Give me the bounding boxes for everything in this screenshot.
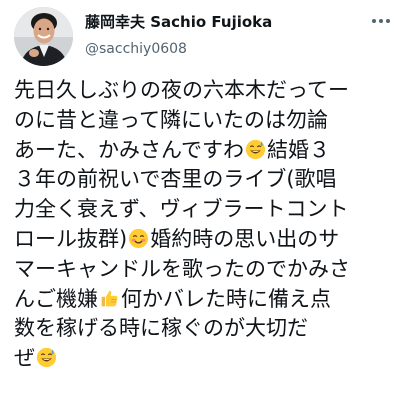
avatar[interactable]	[14, 7, 73, 66]
user-handle[interactable]: @sacchiy0608	[85, 39, 272, 59]
tweet-text-segment: あーた、かみさんですわ	[14, 137, 244, 162]
grinning-face-with-sweat-icon	[36, 347, 57, 368]
tweet-line: マーキャンドルを歌ったのでかみさ	[14, 256, 350, 281]
tweet-line: のに昔と違って隣にいたのは勿論	[14, 107, 328, 132]
tweet-line: ３年の前祝いで杏里のライブ(歌唱	[14, 167, 337, 192]
more-options-icon	[372, 19, 390, 23]
grinning-face-with-sweat-icon	[245, 139, 266, 160]
tweet-line: 先日久しぶりの夜の六本木だってー	[14, 78, 349, 102]
tweet-text: 先日久しぶりの夜の六本木だってー のに昔と違って隣にいたのは勿論 あーた、かみさ…	[14, 76, 392, 374]
tweet-card: 藤岡幸夫 Sachio Fujioka @sacchiy0608 先日久しぶりの…	[0, 0, 400, 410]
tweet-text-segment: ロール抜群)	[14, 226, 128, 251]
more-options-button[interactable]	[368, 8, 394, 34]
tweet-text-segment: 婚約時の思い出のサ	[150, 226, 340, 251]
smiling-face-with-smiling-eyes-icon	[128, 228, 149, 249]
display-name[interactable]: 藤岡幸夫 Sachio Fujioka	[85, 12, 272, 32]
tweet-text-segment: 何かバレた時に備え点	[121, 286, 331, 311]
tweet-text-segment: 結婚３	[266, 137, 330, 162]
user-info: 藤岡幸夫 Sachio Fujioka @sacchiy0608	[85, 12, 272, 59]
tweet-header: 藤岡幸夫 Sachio Fujioka @sacchiy0608	[14, 6, 394, 68]
tweet-line: ロール抜群) 婚約時の思い出のサ	[14, 225, 392, 255]
tweet-line: あーた、かみさんですわ 結婚３	[14, 136, 392, 166]
tweet-text-segment: んご機嫌	[14, 286, 98, 311]
tweet-line: 力全く衰えず、ヴィブラートコント	[14, 197, 349, 222]
tweet-line: 数を稼げる時に稼ぐのが大切だ	[14, 316, 308, 341]
tweet-line: ぜ	[14, 344, 392, 374]
avatar-photo	[14, 7, 73, 66]
tweet-text-segment: ぜ	[14, 346, 35, 371]
tweet-line: んご機嫌 何かバレた時に備え点	[14, 285, 392, 315]
thumbs-up-icon	[99, 288, 120, 309]
